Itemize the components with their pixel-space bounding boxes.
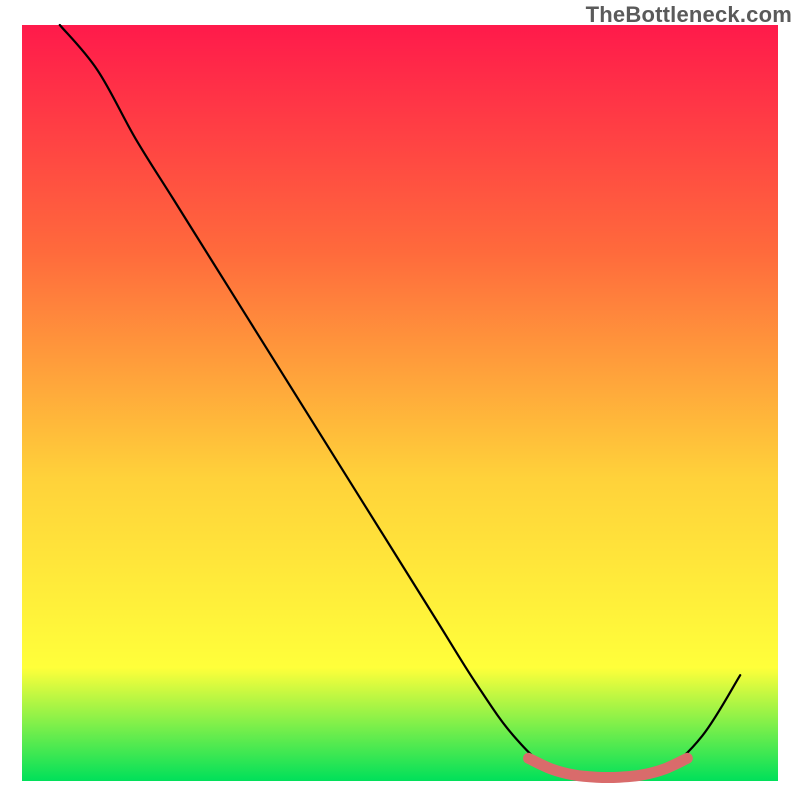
bottleneck-chart: TheBottleneck.com xyxy=(0,0,800,800)
watermark-text: TheBottleneck.com xyxy=(586,2,792,28)
chart-svg xyxy=(0,0,800,800)
